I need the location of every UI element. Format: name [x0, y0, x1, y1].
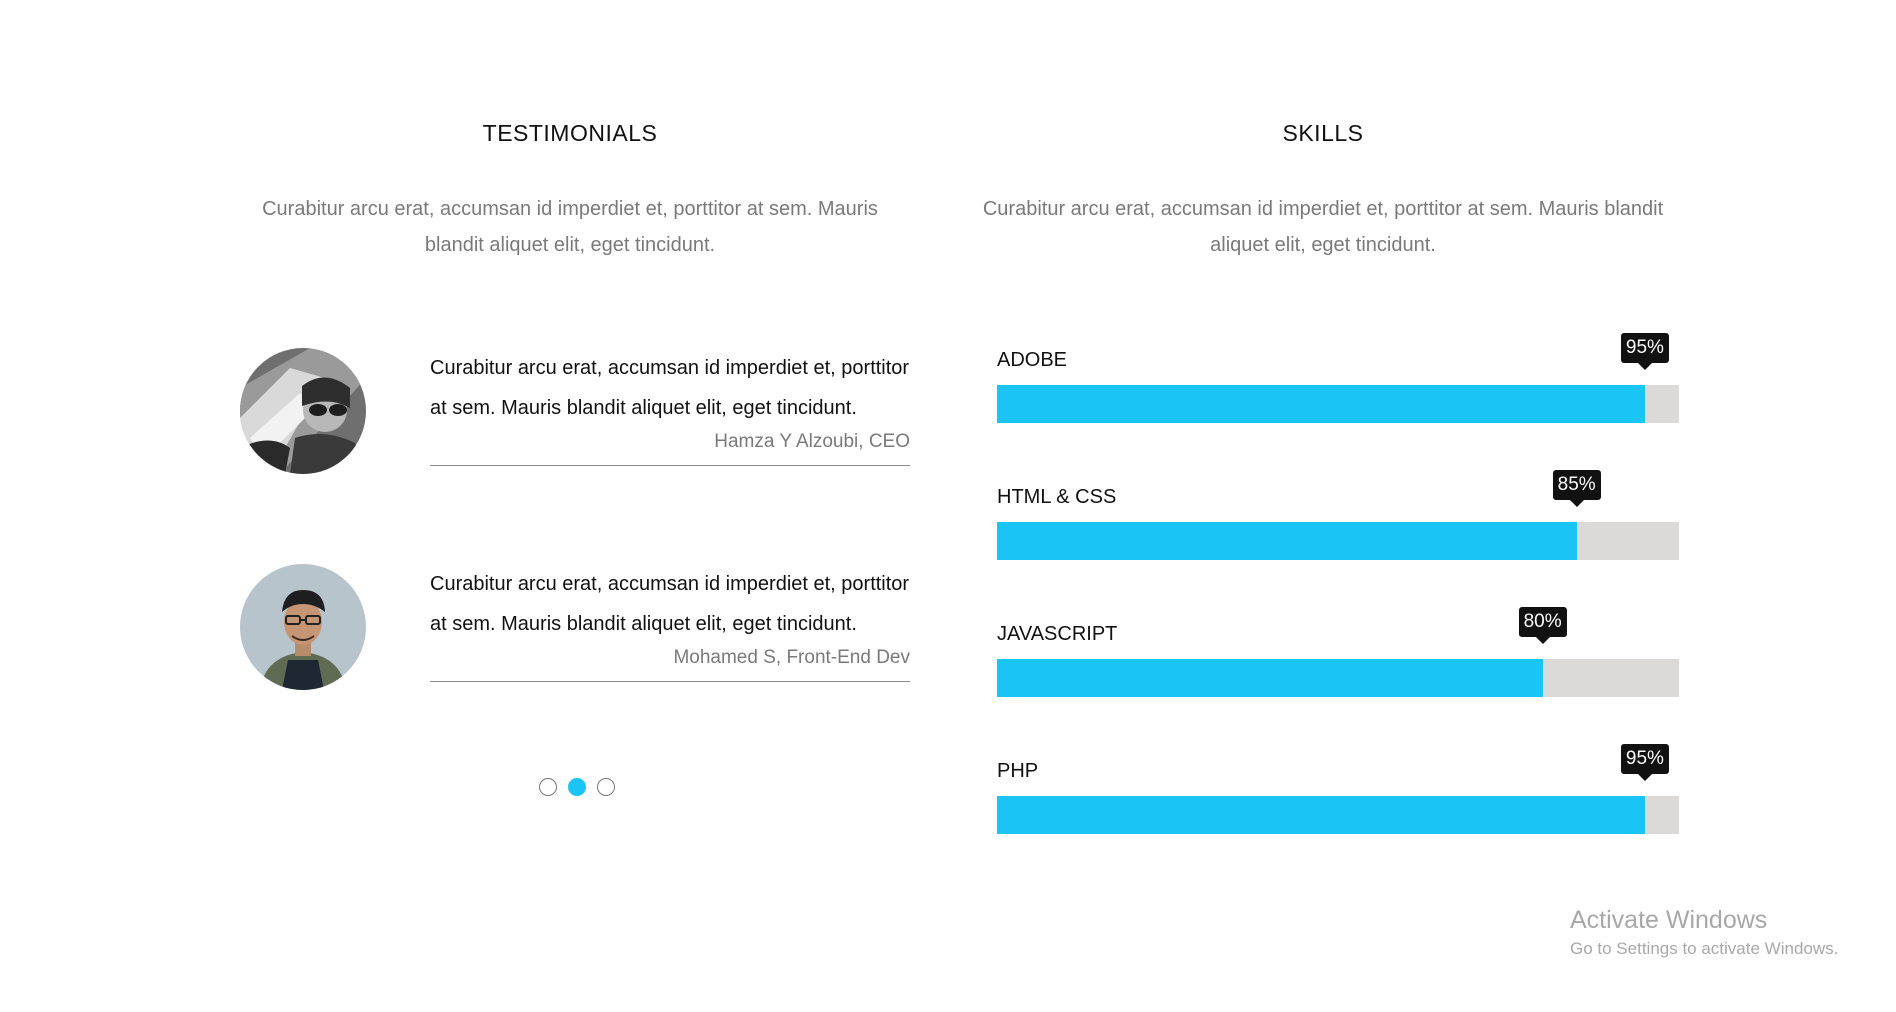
testimonial-body: Curabitur arcu erat, accumsan id imperdi… — [430, 564, 910, 682]
testimonial-author: Mohamed S, Front-End Dev — [673, 647, 910, 668]
testimonial-divider — [430, 681, 910, 682]
watermark-subtitle: Go to Settings to activate Windows. — [1570, 939, 1839, 958]
testimonials-intro: Curabitur arcu erat, accumsan id imperdi… — [262, 198, 878, 256]
skill-progress-fill — [997, 796, 1645, 834]
skill-progress-track — [997, 659, 1679, 697]
testimonials-title: TESTIMONIALS — [482, 120, 658, 146]
avatar-mohamed — [240, 564, 366, 690]
testimonial-author: Hamza Y Alzoubi, CEO — [714, 431, 910, 452]
skill-item: JAVASCRIPT 80% — [997, 607, 1679, 759]
skill-item: PHP 95% — [997, 744, 1679, 896]
skill-item: ADOBE 95% — [997, 333, 1679, 485]
skill-percent-badge: 80% — [1518, 607, 1567, 644]
avatar-hamza — [240, 348, 366, 474]
avatar-photo-grayscale — [240, 348, 366, 474]
testimonials-section: TESTIMONIALS Curabitur arcu erat, accums… — [230, 120, 910, 263]
skills-intro: Curabitur arcu erat, accumsan id imperdi… — [982, 198, 1664, 256]
skill-progress-track — [997, 796, 1679, 834]
testimonial-divider — [430, 465, 910, 466]
skill-progress-track — [997, 385, 1679, 423]
skills-title: SKILLS — [1282, 120, 1364, 146]
skills-section: SKILLS Curabitur arcu erat, accumsan id … — [968, 120, 1678, 263]
skill-item: HTML & CSS 85% — [997, 470, 1679, 622]
skill-percent-badge: 95% — [1620, 333, 1669, 370]
testimonial-card: Curabitur arcu erat, accumsan id imperdi… — [240, 564, 910, 734]
testimonial-body: Curabitur arcu erat, accumsan id imperdi… — [430, 348, 910, 466]
pagination-dot[interactable] — [539, 778, 557, 796]
skill-percent-badge: 95% — [1620, 744, 1669, 781]
skill-progress-track — [997, 522, 1679, 560]
skill-progress-fill — [997, 385, 1645, 423]
skill-list: ADOBE 95% HTML & CSS 85% JAVASCRIPT 80% PHP 95% — [997, 333, 1679, 896]
testimonial-card: Curabitur arcu erat, accumsan id imperdi… — [240, 348, 910, 518]
skill-percent-badge: 85% — [1552, 470, 1601, 507]
windows-activation-watermark: Activate Windows Go to Settings to activ… — [1570, 905, 1838, 960]
skill-label: HTML & CSS — [997, 486, 1117, 508]
pagination-dot[interactable] — [568, 778, 586, 796]
skill-label: JAVASCRIPT — [997, 623, 1118, 645]
skill-label: PHP — [997, 760, 1039, 782]
skill-progress-fill — [997, 659, 1543, 697]
skill-label: ADOBE — [997, 349, 1068, 371]
skill-progress-fill — [997, 522, 1577, 560]
avatar-photo-color — [240, 564, 366, 690]
page: TESTIMONIALS Curabitur arcu erat, accums… — [0, 0, 1896, 1012]
testimonial-quote: Curabitur arcu erat, accumsan id imperdi… — [430, 573, 910, 635]
testimonial-quote: Curabitur arcu erat, accumsan id imperdi… — [430, 357, 910, 419]
pagination-dot[interactable] — [597, 778, 615, 796]
watermark-title: Activate Windows — [1570, 906, 1768, 934]
testimonial-pagination — [539, 778, 615, 796]
